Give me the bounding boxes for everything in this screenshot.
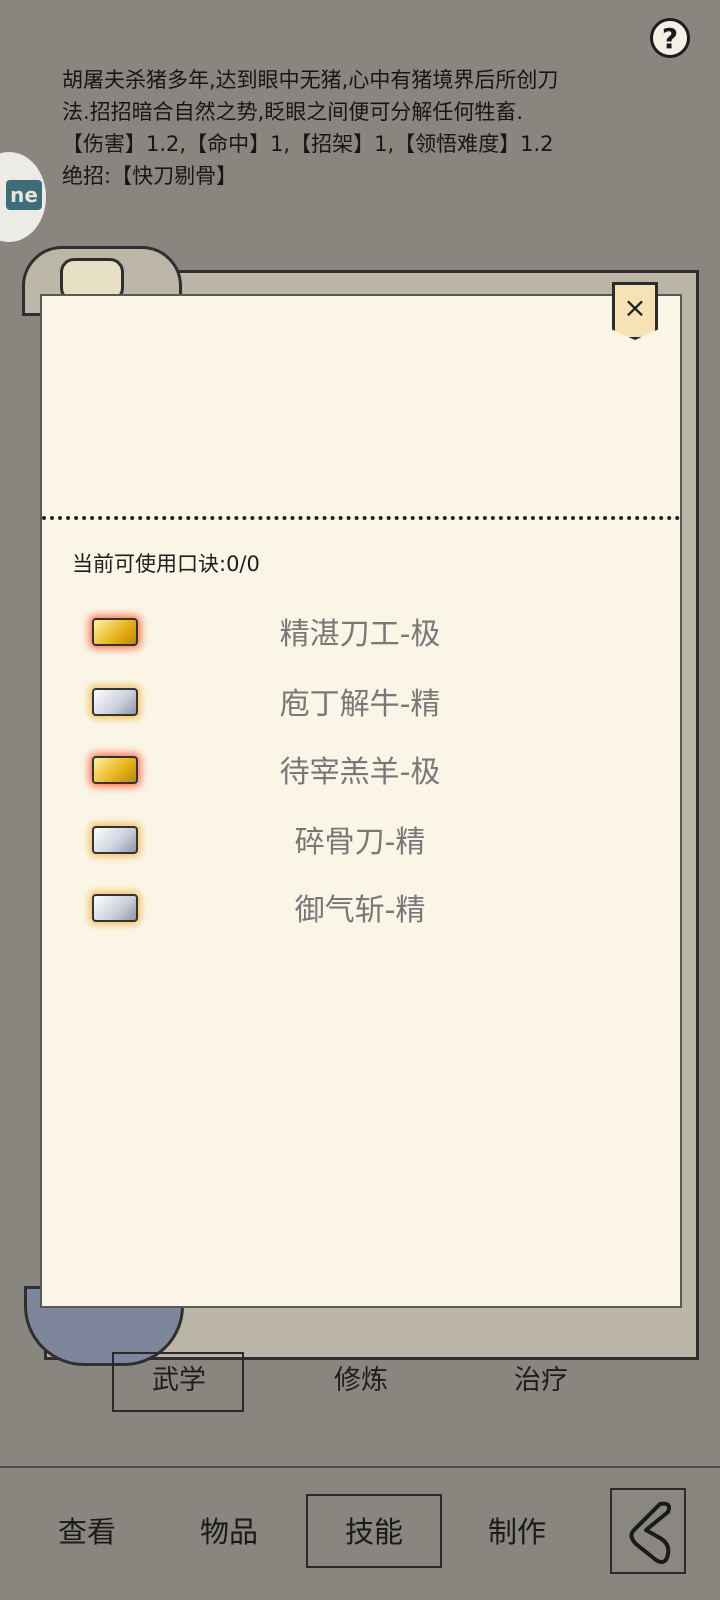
nav-chakan[interactable]: 查看 [22,1500,152,1564]
tab-zhiliao[interactable]: 治疗 [476,1350,606,1412]
description-stats: 【伤害】1.2,【命中】1,【招架】1,【领悟难度】1.2 [62,132,554,156]
skill-panel [40,294,682,1308]
help-button[interactable]: ? [650,18,690,58]
close-button[interactable]: × [612,282,658,340]
skill-description: 胡屠夫杀猪多年,达到眼中无猪,心中有猪境界后所创刀 法.招招暗合自然之势,眨眼之… [62,64,662,192]
skill-name: 精湛刀工-极 [279,617,441,652]
tab-wuxue[interactable]: 武学 [114,1350,244,1412]
skill-name: 碎骨刀-精 [294,825,426,860]
tab-xiulian[interactable]: 修炼 [296,1350,426,1412]
description-line: 胡屠夫杀猪多年,达到眼中无猪,心中有猪境界后所创刀 [62,68,559,92]
skill-name: 庖丁解牛-精 [279,687,441,722]
formula-count-label: 当前可使用口诀:0/0 [72,552,260,576]
skill-name: 待宰羔羊-极 [279,755,441,790]
nav-divider [0,1466,720,1468]
description-ultimate: 绝招:【快刀剔骨】 [62,164,238,188]
skill-item[interactable]: 待宰羔羊-极 [80,748,680,798]
back-button[interactable] [610,1488,686,1574]
close-icon: × [623,291,647,324]
description-line: 法.招招暗合自然之势,眨眼之间便可分解任何牲畜. [62,100,524,124]
skill-name: 御气斩-精 [294,893,426,928]
skill-item[interactable]: 精湛刀工-极 [80,610,680,660]
question-icon: ? [661,21,679,55]
nav-jineng[interactable]: 技能 [309,1500,439,1564]
side-tab-icon[interactable]: ne [6,180,42,210]
skill-item[interactable]: 御气斩-精 [80,886,680,936]
skill-item[interactable]: 碎骨刀-精 [80,818,680,868]
back-arrow-icon [629,1501,671,1564]
skill-item[interactable]: 庖丁解牛-精 [80,680,680,730]
nav-wupin[interactable]: 物品 [164,1500,294,1564]
divider [42,516,680,520]
nav-zhizuo[interactable]: 制作 [452,1500,582,1564]
